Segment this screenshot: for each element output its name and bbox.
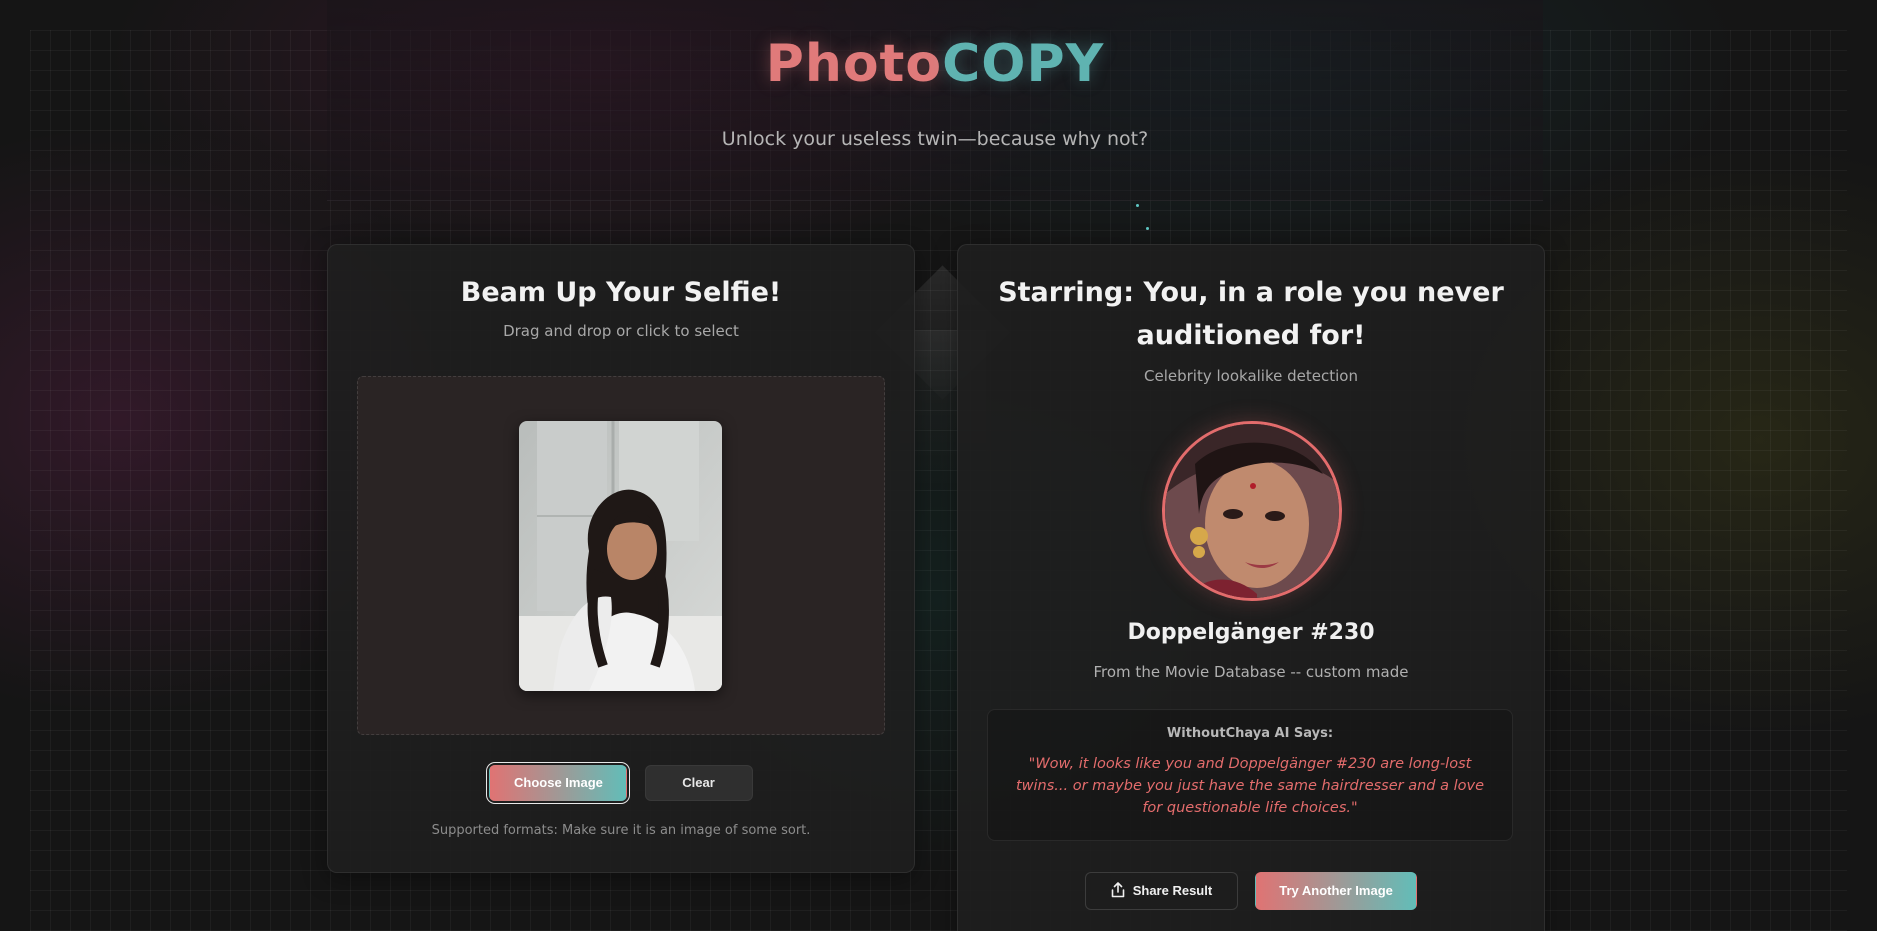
app-tagline: Unlock your useless twin—because why not… (721, 128, 1149, 150)
clear-button[interactable]: Clear (644, 765, 753, 801)
uploaded-selfie-preview (519, 421, 722, 691)
upload-actions: Choose Image Clear (328, 765, 914, 801)
share-result-label: Share Result (1132, 883, 1213, 898)
celebrity-photo (1165, 424, 1339, 598)
result-card-subtitle: Celebrity lookalike detection (1144, 367, 1358, 385)
share-result-button[interactable]: Share Result (1084, 872, 1238, 910)
upload-card-subtitle: Drag and drop or click to select (503, 322, 739, 340)
result-card: Starring: You, in a role you never audit… (957, 244, 1545, 931)
image-drop-zone[interactable] (357, 376, 885, 735)
upload-card-title: Beam Up Your Selfie! (460, 277, 782, 308)
choose-image-button[interactable]: Choose Image (489, 765, 628, 801)
app-title-photo: Photo (765, 34, 943, 94)
share-icon (1111, 882, 1125, 898)
try-another-image-button[interactable]: Try Another Image (1255, 872, 1418, 910)
app-page: PhotoCOPY Unlock your useless twin—becau… (0, 0, 1877, 931)
supported-formats-note: Supported formats: Make sure it is an im… (431, 823, 811, 838)
sparkle-dot (1136, 204, 1139, 207)
match-name: Doppelgänger #230 (1127, 620, 1375, 645)
app-title-copy: COPY (942, 34, 1105, 94)
celebrity-match-avatar (1162, 421, 1342, 601)
ai-comment-box: WithoutChaya AI Says: "Wow, it looks lik… (987, 709, 1513, 841)
header: PhotoCOPY Unlock your useless twin—becau… (327, 0, 1543, 201)
sparkle-dot (1146, 227, 1149, 230)
selfie-photo (519, 421, 722, 691)
result-actions: Share Result Try Another Image (958, 872, 1544, 910)
app-title: PhotoCOPY (327, 34, 1543, 94)
ai-comment-heading: WithoutChaya AI Says: (1166, 726, 1334, 741)
ai-comment-text: "Wow, it looks like you and Doppelgänger… (1015, 756, 1485, 816)
upload-card: Beam Up Your Selfie! Drag and drop or cl… (327, 244, 915, 873)
match-source: From the Movie Database -- custom made (1093, 663, 1409, 681)
result-card-title: Starring: You, in a role you never audit… (998, 277, 1504, 351)
